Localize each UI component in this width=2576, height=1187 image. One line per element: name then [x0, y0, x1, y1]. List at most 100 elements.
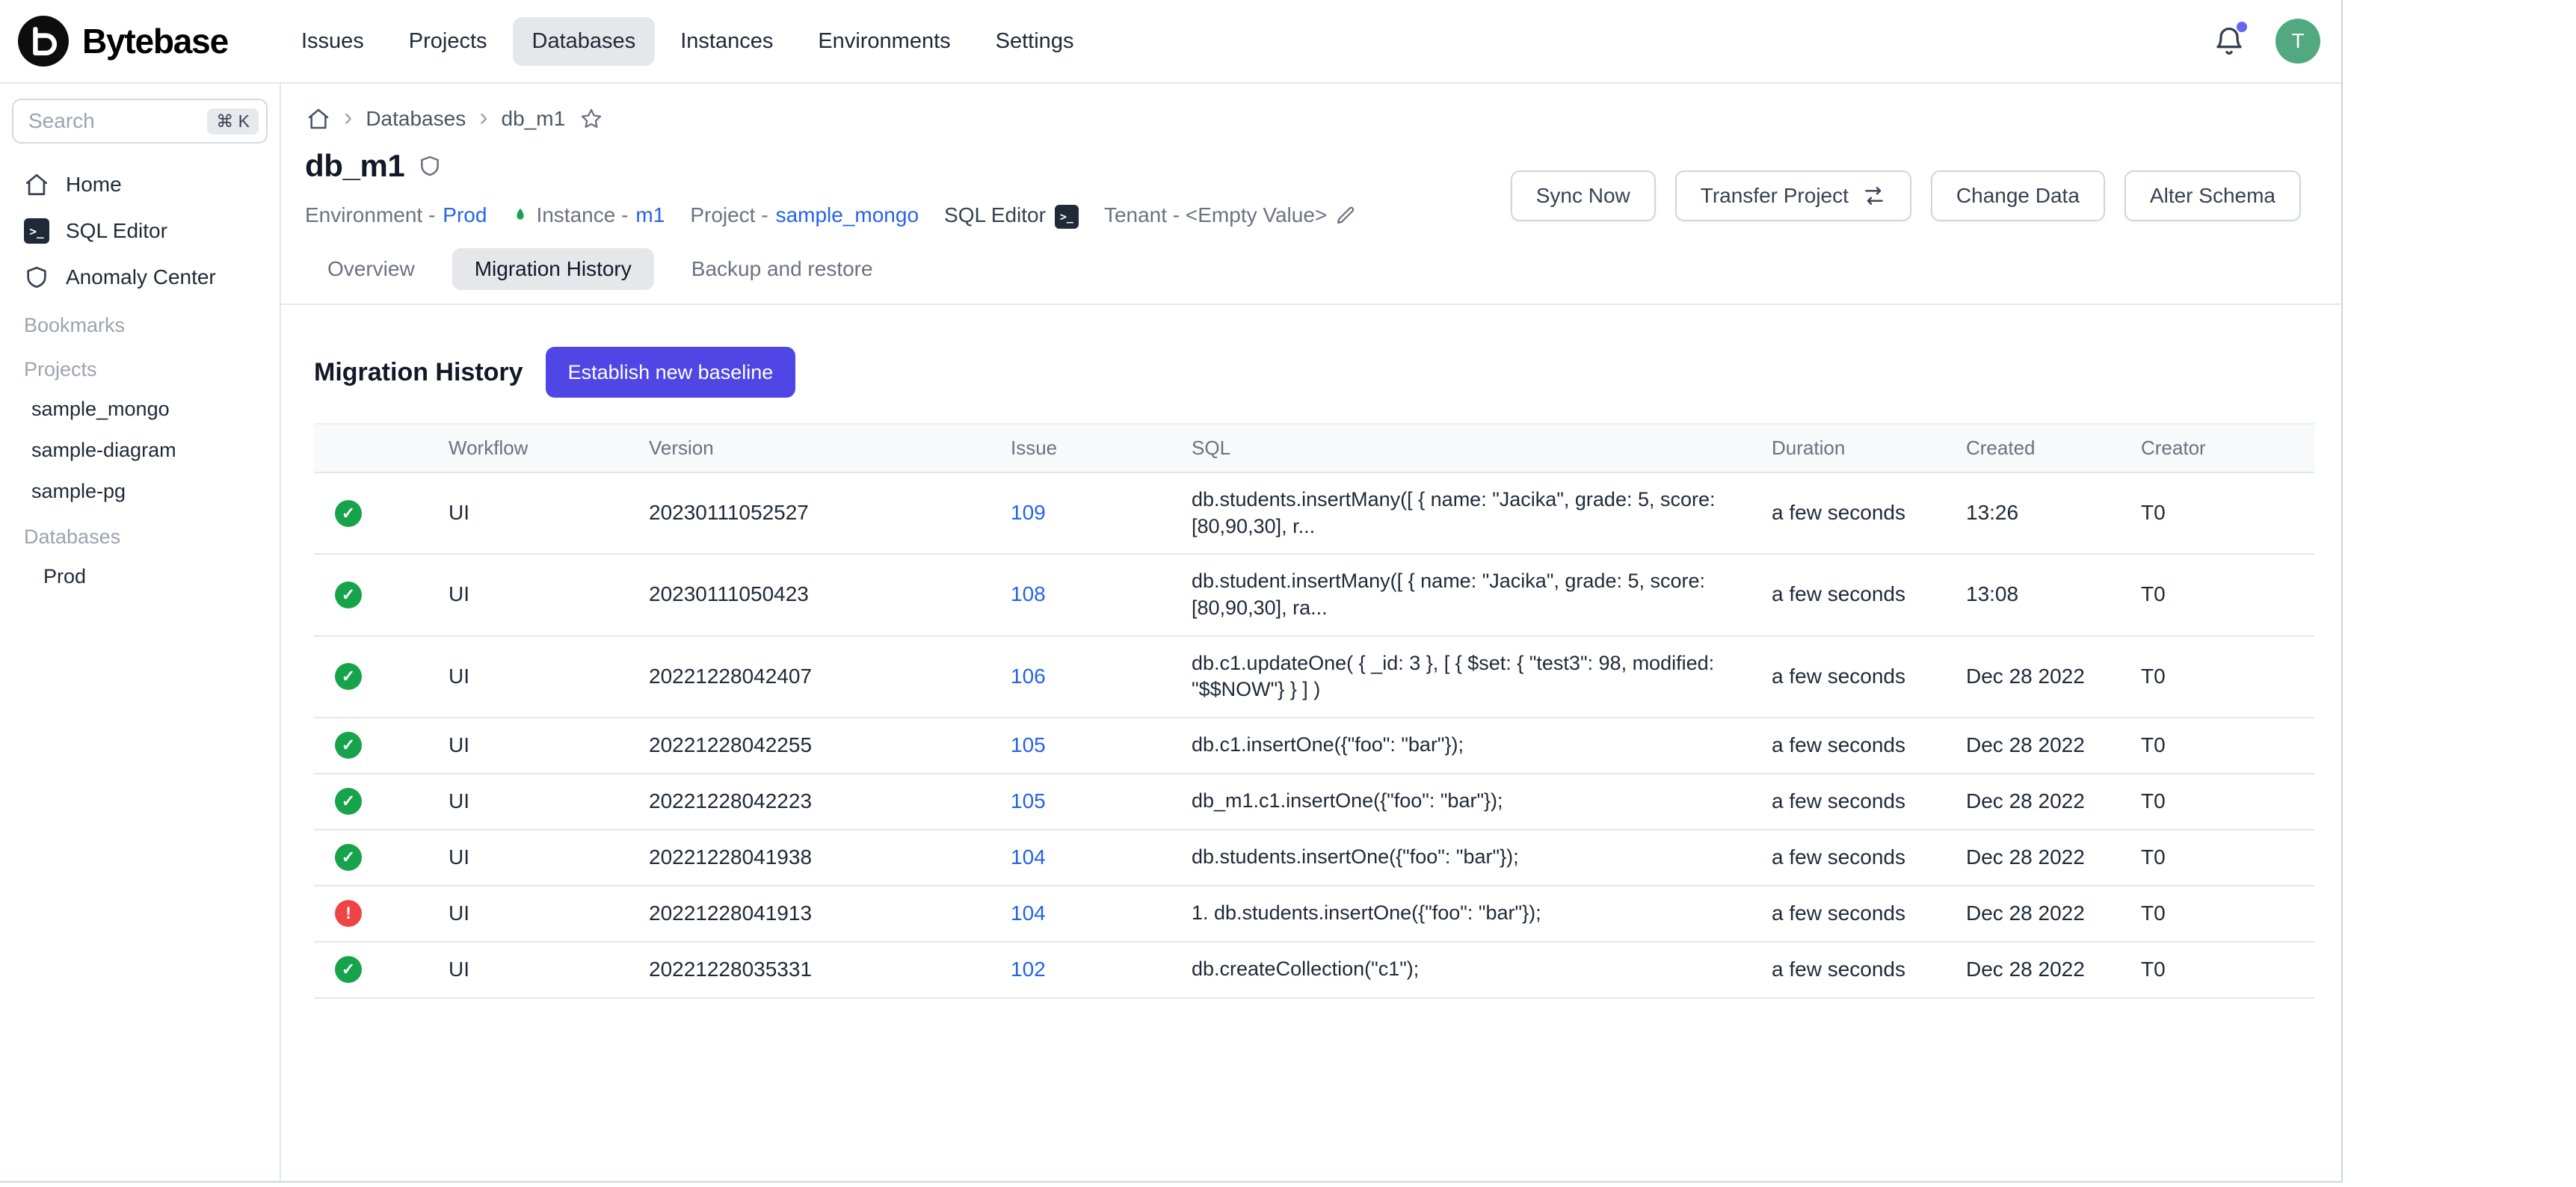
workflow-cell: UI — [428, 636, 628, 718]
search-input[interactable]: Search ⌘ K — [12, 99, 268, 144]
nav-issues[interactable]: Issues — [282, 17, 383, 66]
top-navbar: Bytebase Issues Projects Databases Insta… — [0, 0, 2341, 84]
check-circle-icon: ✓ — [335, 788, 362, 815]
created-cell: Dec 28 2022 — [1945, 830, 2120, 886]
version-cell: 20230111050423 — [628, 554, 990, 635]
status-cell: ! — [314, 886, 428, 942]
sidebar-item-sql-editor[interactable]: >_ SQL Editor — [12, 208, 268, 254]
issue-link[interactable]: 102 — [1011, 958, 1046, 981]
notifications-button[interactable] — [2213, 25, 2246, 58]
sql-cell: db.students.insertMany([ { name: "Jacika… — [1171, 472, 1751, 554]
status-cell: ✓ — [314, 554, 428, 635]
issue-cell: 105 — [990, 774, 1171, 830]
transfer-project-button[interactable]: Transfer Project — [1675, 170, 1911, 221]
table-row[interactable]: ✓ UI 20221228035331 102 db.createCollect… — [314, 942, 2314, 998]
breadcrumb-databases[interactable]: Databases — [366, 107, 466, 131]
sidebar-item-sample-mongo[interactable]: sample_mongo — [12, 389, 268, 430]
alter-schema-button[interactable]: Alter Schema — [2124, 170, 2301, 221]
nav-environments[interactable]: Environments — [798, 17, 970, 66]
sidebar-item-sample-pg[interactable]: sample-pg — [12, 471, 268, 512]
meta-instance: Instance - m1 — [512, 203, 665, 227]
transfer-button-label: Transfer Project — [1701, 184, 1849, 208]
issue-link[interactable]: 105 — [1011, 733, 1046, 756]
workflow-cell: UI — [428, 718, 628, 774]
column-status — [314, 424, 428, 472]
establish-baseline-button[interactable]: Establish new baseline — [546, 347, 796, 398]
sql-cell: db.student.insertMany([ { name: "Jacika"… — [1171, 554, 1751, 635]
issue-link[interactable]: 104 — [1011, 845, 1046, 869]
issue-link[interactable]: 106 — [1011, 665, 1046, 688]
swap-arrows-icon — [1862, 184, 1886, 208]
breadcrumb-db-m1[interactable]: db_m1 — [502, 107, 566, 131]
table-header-row: Workflow Version Issue SQL Duration Crea… — [314, 424, 2314, 472]
creator-cell: T0 — [2120, 830, 2314, 886]
change-data-button[interactable]: Change Data — [1931, 170, 2105, 221]
avatar[interactable]: T — [2275, 19, 2320, 64]
migration-table: Workflow Version Issue SQL Duration Crea… — [314, 423, 2314, 999]
sidebar-item-anomaly-center[interactable]: Anomaly Center — [12, 254, 268, 300]
check-circle-icon: ✓ — [335, 582, 362, 608]
nav-projects[interactable]: Projects — [389, 17, 507, 66]
database-tabs: Overview Migration History Backup and re… — [281, 229, 2341, 305]
workflow-cell: UI — [428, 942, 628, 998]
issue-link[interactable]: 109 — [1011, 501, 1046, 524]
breadcrumb-home-icon[interactable] — [306, 107, 330, 131]
creator-cell: T0 — [2120, 636, 2314, 718]
navbar-right: T — [2213, 19, 2320, 64]
table-row[interactable]: ✓ UI 20221228042255 105 db.c1.insertOne(… — [314, 718, 2314, 774]
duration-cell: a few seconds — [1751, 774, 1945, 830]
sql-editor-shortcut[interactable]: SQL Editor >_ — [944, 202, 1079, 229]
page-head: db_m1 Environment - Prod — [281, 132, 2341, 229]
sql-cell: db.c1.updateOne( { _id: 3 }, [ { $set: {… — [1171, 636, 1751, 718]
breadcrumb: › Databases › db_m1 — [281, 84, 2341, 132]
instance-link[interactable]: m1 — [635, 203, 665, 227]
nav-databases[interactable]: Databases — [513, 17, 656, 66]
sidebar-item-home[interactable]: Home — [12, 161, 268, 208]
duration-cell: a few seconds — [1751, 636, 1945, 718]
meta-project: Project - sample_mongo — [690, 203, 919, 227]
sidebar-item-sample-diagram[interactable]: sample-diagram — [12, 430, 268, 471]
creator-cell: T0 — [2120, 472, 2314, 554]
table-row[interactable]: ! UI 20221228041913 104 1. db.students.i… — [314, 886, 2314, 942]
sync-now-button[interactable]: Sync Now — [1511, 170, 1656, 221]
nav-instances[interactable]: Instances — [661, 17, 792, 66]
check-circle-icon: ✓ — [335, 844, 362, 871]
check-circle-icon: ✓ — [335, 663, 362, 690]
table-row[interactable]: ✓ UI 20221228041938 104 db.students.inse… — [314, 830, 2314, 886]
tab-overview[interactable]: Overview — [305, 248, 437, 290]
meta-environment: Environment - Prod — [305, 203, 487, 227]
created-cell: Dec 28 2022 — [1945, 636, 2120, 718]
duration-cell: a few seconds — [1751, 554, 1945, 635]
tab-migration-history[interactable]: Migration History — [452, 248, 654, 290]
search-shortcut-badge: ⌘ K — [207, 108, 259, 135]
sql-cell: db.c1.insertOne({"foo": "bar"}); — [1171, 718, 1751, 774]
issue-cell: 104 — [990, 830, 1171, 886]
tab-backup-and-restore[interactable]: Backup and restore — [669, 248, 896, 290]
created-cell: Dec 28 2022 — [1945, 886, 2120, 942]
sql-cell: db_m1.c1.insertOne({"foo": "bar"}); — [1171, 774, 1751, 830]
migration-table-body: ✓ UI 20230111052527 109 db.students.inse… — [314, 472, 2314, 998]
column-created: Created — [1945, 424, 2120, 472]
created-cell: 13:26 — [1945, 472, 2120, 554]
issue-link[interactable]: 104 — [1011, 901, 1046, 925]
environment-link[interactable]: Prod — [443, 203, 487, 227]
sidebar-item-prod[interactable]: Prod — [12, 556, 268, 597]
terminal-icon: >_ — [1055, 202, 1079, 229]
issue-link[interactable]: 108 — [1011, 582, 1046, 605]
status-cell: ✓ — [314, 636, 428, 718]
workflow-cell: UI — [428, 830, 628, 886]
creator-cell: T0 — [2120, 942, 2314, 998]
project-link[interactable]: sample_mongo — [776, 203, 919, 227]
nav-settings[interactable]: Settings — [976, 17, 1094, 66]
workflow-cell: UI — [428, 774, 628, 830]
brand[interactable]: Bytebase — [18, 16, 228, 67]
table-row[interactable]: ✓ UI 20230111050423 108 db.student.inser… — [314, 554, 2314, 635]
table-row[interactable]: ✓ UI 20230111052527 109 db.students.inse… — [314, 472, 2314, 554]
pencil-icon[interactable] — [1334, 204, 1357, 226]
issue-link[interactable]: 105 — [1011, 789, 1046, 813]
bookmark-star-icon[interactable] — [579, 106, 604, 132]
table-row[interactable]: ✓ UI 20221228042223 105 db_m1.c1.insertO… — [314, 774, 2314, 830]
issue-cell: 106 — [990, 636, 1171, 718]
creator-cell: T0 — [2120, 886, 2314, 942]
table-row[interactable]: ✓ UI 20221228042407 106 db.c1.updateOne(… — [314, 636, 2314, 718]
